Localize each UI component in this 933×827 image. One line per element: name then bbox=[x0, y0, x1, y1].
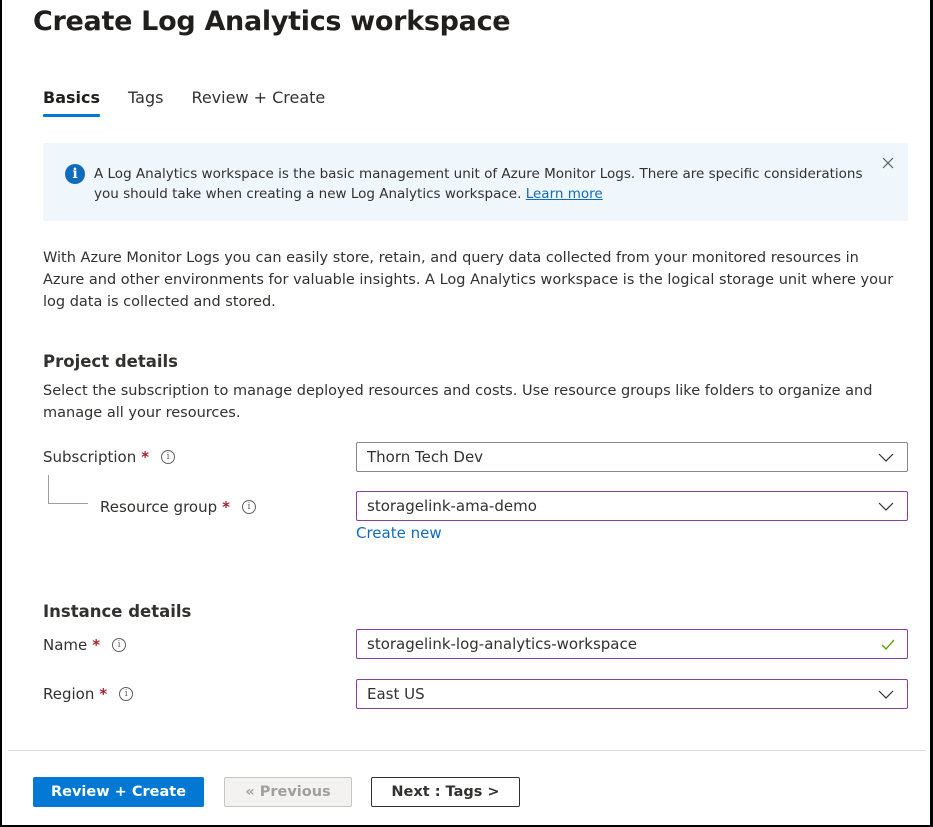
tab-bar: Basics Tags Review + Create bbox=[43, 88, 353, 117]
region-label: Region * i bbox=[43, 685, 134, 703]
name-label: Name * i bbox=[43, 636, 127, 654]
region-label-text: Region bbox=[43, 685, 95, 703]
previous-button[interactable]: « Previous bbox=[224, 777, 352, 807]
subscription-value: Thorn Tech Dev bbox=[367, 448, 484, 466]
create-new-resource-group-link[interactable]: Create new bbox=[356, 524, 442, 542]
resource-group-label-text: Resource group bbox=[100, 498, 218, 516]
required-marker: * bbox=[141, 448, 150, 466]
info-icon: i bbox=[65, 164, 85, 184]
close-icon[interactable] bbox=[882, 155, 894, 173]
instance-details-heading: Instance details bbox=[43, 602, 192, 621]
page-title: Create Log Analytics workspace bbox=[33, 6, 511, 37]
project-details-description: Select the subscription to manage deploy… bbox=[43, 383, 873, 421]
workspace-name-input[interactable]: storagelink-log-analytics-workspace bbox=[356, 629, 908, 659]
resource-group-value: storagelink-ama-demo bbox=[367, 497, 537, 515]
required-marker: * bbox=[222, 498, 230, 516]
review-create-button[interactable]: Review + Create bbox=[33, 777, 204, 807]
info-icon[interactable]: i bbox=[241, 500, 256, 514]
chevron-down-icon bbox=[871, 443, 901, 471]
project-details-heading: Project details bbox=[43, 352, 178, 371]
checkmark-icon bbox=[873, 630, 903, 658]
next-tags-button[interactable]: Next : Tags > bbox=[371, 777, 520, 807]
banner-text: A Log Analytics workspace is the basic m… bbox=[94, 164, 874, 204]
subscription-label: Subscription * i bbox=[43, 448, 176, 466]
create-workspace-blade: Create Log Analytics workspace ··· Basic… bbox=[2, 0, 930, 825]
tab-tags[interactable]: Tags bbox=[128, 88, 163, 115]
chevron-down-icon bbox=[871, 492, 901, 520]
footer-divider bbox=[8, 750, 926, 751]
resource-group-dropdown[interactable]: storagelink-ama-demo bbox=[356, 491, 908, 521]
intro-description: With Azure Monitor Logs you can easily s… bbox=[43, 250, 894, 310]
resource-group-label: Resource group * i bbox=[100, 498, 256, 516]
required-marker: * bbox=[92, 636, 101, 654]
region-dropdown[interactable]: East US bbox=[356, 679, 908, 709]
info-icon[interactable]: i bbox=[112, 638, 127, 652]
info-icon[interactable]: i bbox=[161, 450, 176, 464]
required-marker: * bbox=[99, 685, 108, 703]
subscription-dropdown[interactable]: Thorn Tech Dev bbox=[356, 442, 908, 472]
tab-basics[interactable]: Basics bbox=[43, 88, 101, 117]
name-label-text: Name bbox=[43, 636, 88, 654]
region-value: East US bbox=[367, 685, 425, 703]
tab-review-create[interactable]: Review + Create bbox=[191, 88, 325, 115]
chevron-down-icon bbox=[871, 680, 901, 708]
info-icon[interactable]: i bbox=[119, 687, 134, 701]
learn-more-link[interactable]: Learn more bbox=[526, 186, 603, 202]
workspace-name-value: storagelink-log-analytics-workspace bbox=[367, 635, 637, 653]
more-options-button[interactable]: ··· bbox=[493, 10, 509, 26]
info-banner: i A Log Analytics workspace is the basic… bbox=[43, 143, 908, 221]
hierarchy-connector bbox=[48, 475, 88, 504]
subscription-label-text: Subscription bbox=[43, 448, 137, 466]
banner-message: A Log Analytics workspace is the basic m… bbox=[94, 166, 863, 202]
